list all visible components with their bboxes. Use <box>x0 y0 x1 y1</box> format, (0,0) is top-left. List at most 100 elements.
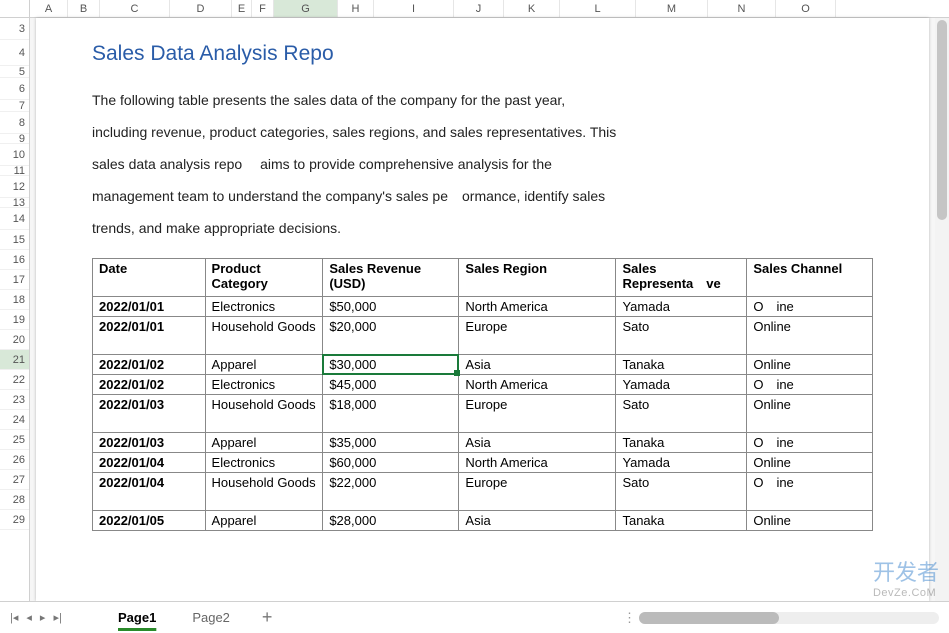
table-cell[interactable]: 2022/01/02 <box>93 355 206 375</box>
table-cell[interactable]: O ine <box>747 433 873 453</box>
table-cell[interactable]: Online <box>747 317 873 355</box>
table-cell[interactable]: Sato <box>616 473 747 511</box>
row-header-14[interactable]: 14 <box>0 208 29 230</box>
table-row[interactable]: 2022/01/04Household Goods$22,000EuropeSa… <box>93 473 873 511</box>
table-cell[interactable]: Apparel <box>205 433 323 453</box>
table-cell[interactable]: Apparel <box>205 511 323 531</box>
table-cell[interactable]: $18,000 <box>323 395 459 433</box>
row-header-24[interactable]: 24 <box>0 410 29 430</box>
table-cell[interactable]: Sato <box>616 395 747 433</box>
table-cell[interactable]: $22,000 <box>323 473 459 511</box>
tab-next-icon[interactable]: ▸ <box>40 611 46 624</box>
table-cell[interactable]: 2022/01/04 <box>93 473 206 511</box>
col-header-H[interactable]: H <box>338 0 374 17</box>
table-cell[interactable]: Yamada <box>616 453 747 473</box>
table-cell[interactable]: Online <box>747 511 873 531</box>
table-row[interactable]: 2022/01/05Apparel$28,000AsiaTanakaOnline <box>93 511 873 531</box>
table-cell[interactable]: Europe <box>459 317 616 355</box>
table-cell[interactable]: Yamada <box>616 297 747 317</box>
table-cell[interactable]: Asia <box>459 511 616 531</box>
table-header[interactable]: Sales Revenue (USD) <box>323 259 459 297</box>
table-cell[interactable]: 2022/01/05 <box>93 511 206 531</box>
row-header-7[interactable]: 7 <box>0 100 29 112</box>
table-cell[interactable]: Tanaka <box>616 355 747 375</box>
table-cell[interactable]: Asia <box>459 355 616 375</box>
table-cell[interactable]: Household Goods <box>205 395 323 433</box>
tab-nav-arrows[interactable]: |◂ ◂ ▸ ▸| <box>0 611 100 624</box>
row-header-12[interactable]: 12 <box>0 176 29 198</box>
col-header-G[interactable]: G <box>274 0 338 17</box>
tab-prev-icon[interactable]: ◂ <box>26 611 32 624</box>
col-header-C[interactable]: C <box>100 0 170 17</box>
row-header-13[interactable]: 13 <box>0 198 29 208</box>
table-cell[interactable]: North America <box>459 453 616 473</box>
row-header-10[interactable]: 10 <box>0 144 29 166</box>
table-cell[interactable]: $35,000 <box>323 433 459 453</box>
row-header-28[interactable]: 28 <box>0 490 29 510</box>
vertical-scroll-thumb[interactable] <box>937 20 947 220</box>
table-cell[interactable]: Online <box>747 355 873 375</box>
row-header-29[interactable]: 29 <box>0 510 29 530</box>
row-header-23[interactable]: 23 <box>0 390 29 410</box>
row-header-22[interactable]: 22 <box>0 370 29 390</box>
table-cell[interactable]: 2022/01/04 <box>93 453 206 473</box>
table-header[interactable]: Product Category <box>205 259 323 297</box>
row-header-26[interactable]: 26 <box>0 450 29 470</box>
table-cell[interactable]: Online <box>747 395 873 433</box>
add-sheet-button[interactable]: + <box>248 607 287 628</box>
table-row[interactable]: 2022/01/01Household Goods$20,000EuropeSa… <box>93 317 873 355</box>
table-cell[interactable]: Electronics <box>205 297 323 317</box>
table-cell[interactable]: Electronics <box>205 453 323 473</box>
table-cell[interactable]: $50,000 <box>323 297 459 317</box>
col-header-O[interactable]: O <box>776 0 836 17</box>
table-cell[interactable]: 2022/01/01 <box>93 317 206 355</box>
sheet-tab[interactable]: Page2 <box>174 604 248 631</box>
table-cell[interactable]: $30,000 <box>323 355 459 375</box>
tab-last-icon[interactable]: ▸| <box>53 611 61 624</box>
col-header-E[interactable]: E <box>232 0 252 17</box>
col-header-N[interactable]: N <box>708 0 776 17</box>
table-cell[interactable]: Electronics <box>205 375 323 395</box>
row-header-16[interactable]: 16 <box>0 250 29 270</box>
table-cell[interactable]: North America <box>459 375 616 395</box>
col-header-K[interactable]: K <box>504 0 560 17</box>
col-header-L[interactable]: L <box>560 0 636 17</box>
table-row[interactable]: 2022/01/03Household Goods$18,000EuropeSa… <box>93 395 873 433</box>
table-cell[interactable]: O ine <box>747 473 873 511</box>
row-header-6[interactable]: 6 <box>0 78 29 100</box>
table-cell[interactable]: Household Goods <box>205 473 323 511</box>
table-cell[interactable]: 2022/01/03 <box>93 395 206 433</box>
table-cell[interactable]: $45,000 <box>323 375 459 395</box>
row-header-8[interactable]: 8 <box>0 112 29 134</box>
table-cell[interactable]: Household Goods <box>205 317 323 355</box>
table-cell[interactable]: O ine <box>747 375 873 395</box>
col-header-D[interactable]: D <box>170 0 232 17</box>
table-cell[interactable]: 2022/01/02 <box>93 375 206 395</box>
table-row[interactable]: 2022/01/04Electronics$60,000North Americ… <box>93 453 873 473</box>
table-cell[interactable]: 2022/01/03 <box>93 433 206 453</box>
row-header-4[interactable]: 4 <box>0 40 29 66</box>
select-all-corner[interactable] <box>0 0 30 17</box>
table-cell[interactable]: 2022/01/01 <box>93 297 206 317</box>
table-cell[interactable]: O ine <box>747 297 873 317</box>
col-header-A[interactable]: A <box>30 0 68 17</box>
row-header-11[interactable]: 11 <box>0 166 29 176</box>
table-header[interactable]: Sales Channel <box>747 259 873 297</box>
table-cell[interactable]: Sato <box>616 317 747 355</box>
col-header-M[interactable]: M <box>636 0 708 17</box>
row-header-5[interactable]: 5 <box>0 66 29 78</box>
horizontal-scrollbar[interactable] <box>639 612 939 624</box>
col-header-B[interactable]: B <box>68 0 100 17</box>
row-header-21[interactable]: 21 <box>0 350 29 370</box>
table-cell[interactable]: $60,000 <box>323 453 459 473</box>
row-header-19[interactable]: 19 <box>0 310 29 330</box>
sheet-canvas[interactable]: Sales Data Analysis Repo The following t… <box>30 18 935 601</box>
row-header-25[interactable]: 25 <box>0 430 29 450</box>
row-header-3[interactable]: 3 <box>0 18 29 40</box>
table-cell[interactable]: $20,000 <box>323 317 459 355</box>
table-row[interactable]: 2022/01/01Electronics$50,000North Americ… <box>93 297 873 317</box>
table-cell[interactable]: Asia <box>459 433 616 453</box>
row-header-9[interactable]: 9 <box>0 134 29 144</box>
sheet-tab[interactable]: Page1 <box>100 604 174 631</box>
table-row[interactable]: 2022/01/02Electronics$45,000North Americ… <box>93 375 873 395</box>
